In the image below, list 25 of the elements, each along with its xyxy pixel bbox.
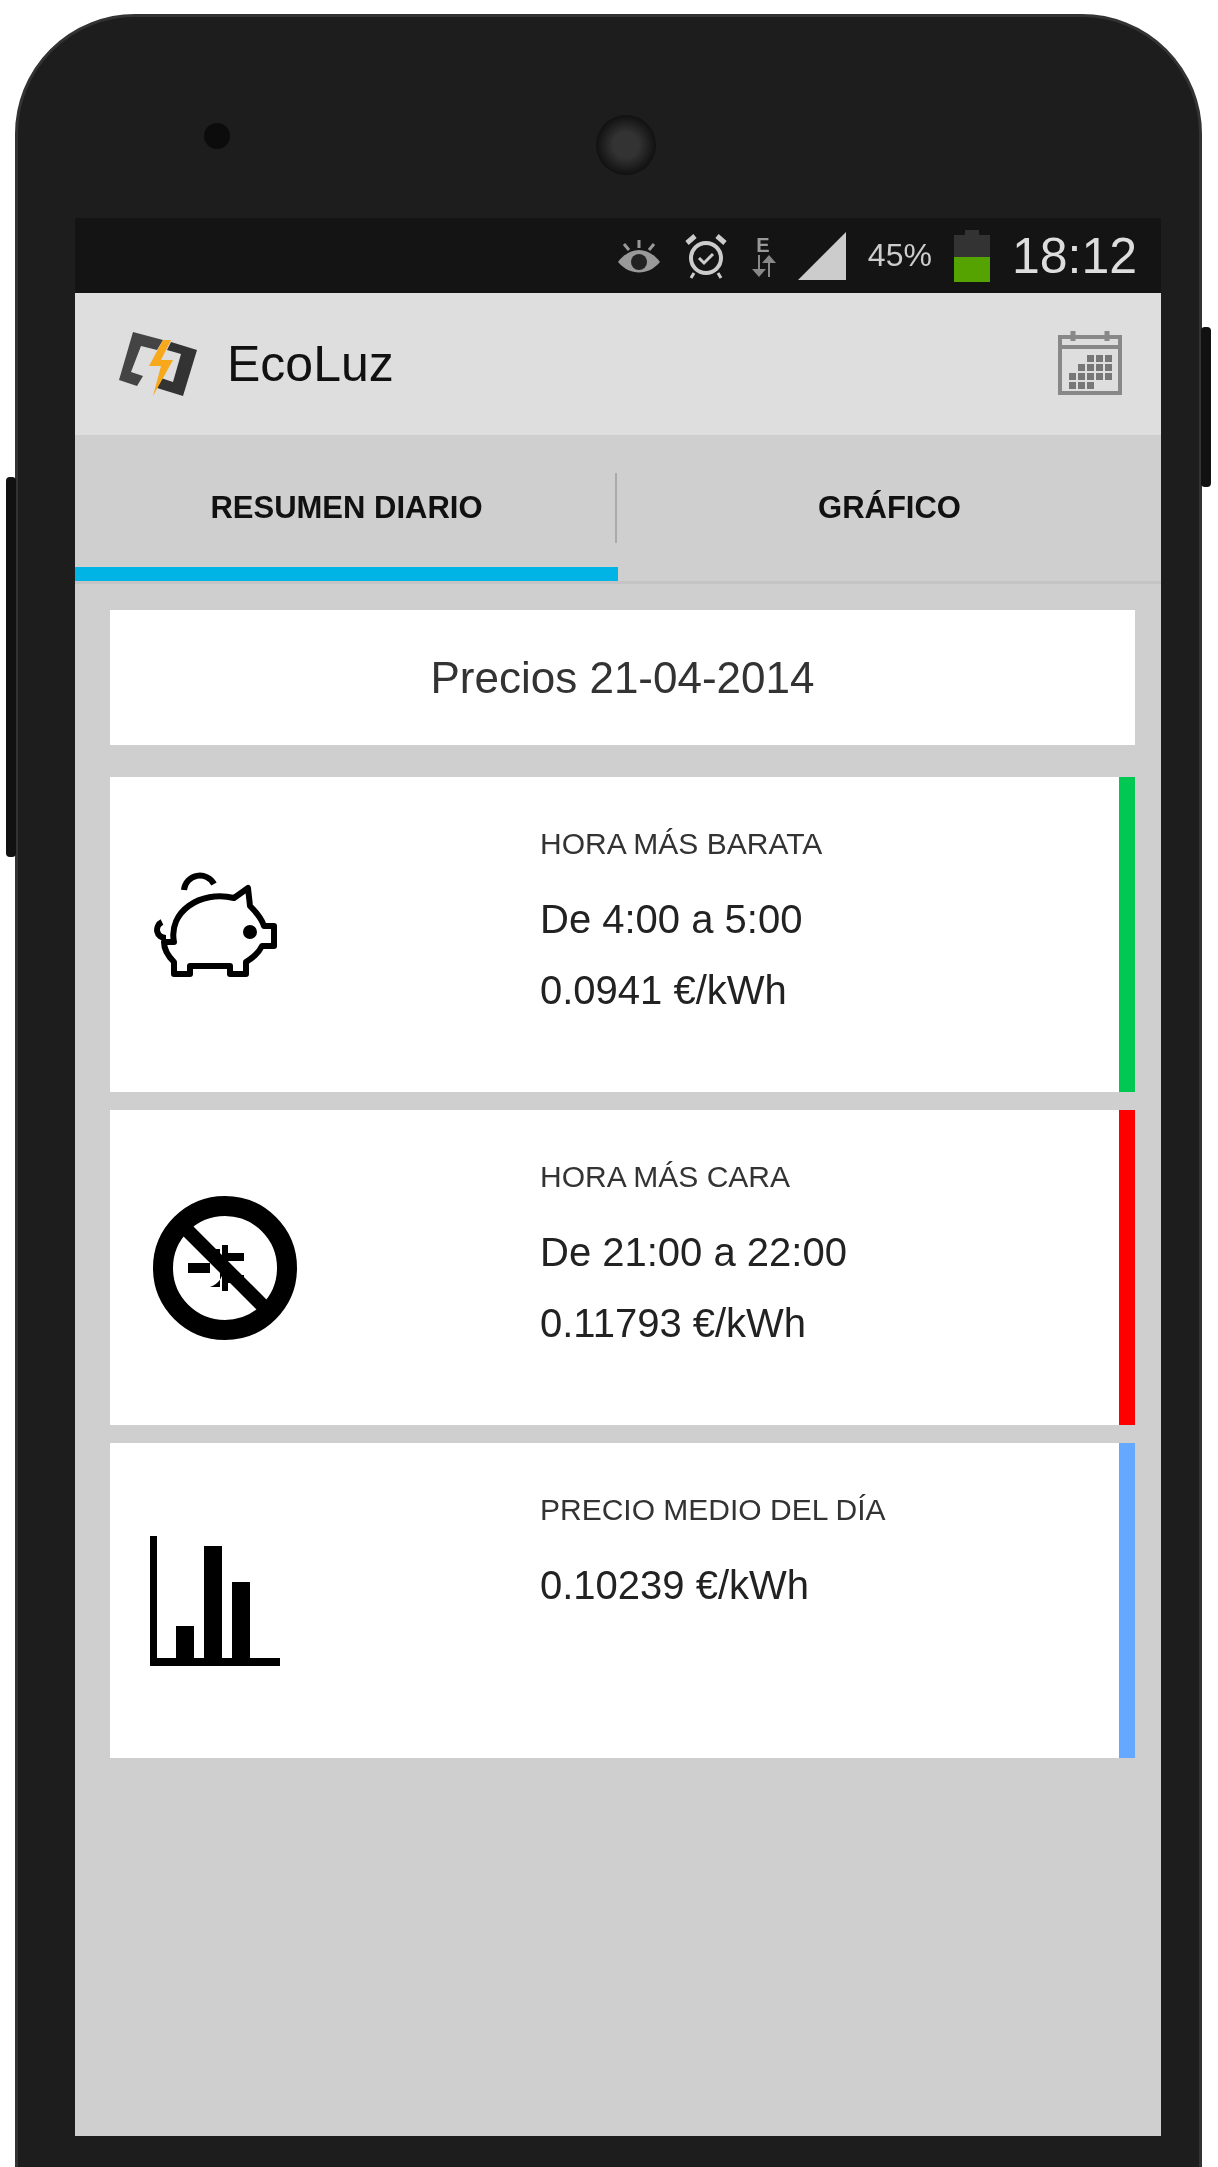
data-arrows-icon [749,254,776,277]
network-type: E [756,234,770,255]
side-button[interactable] [6,477,16,857]
battery-percent: 45% [867,237,932,274]
card-value: De 21:00 a 22:00 [540,1230,847,1275]
tab[interactable]: RESUMEN DIARIO [75,435,618,581]
battery-icon [953,229,990,282]
app-title: EcoLuz [227,335,395,393]
card-label: HORA MÁS CARA [540,1160,792,1194]
date-header: Precios 21-04-2014 [110,610,1135,745]
card-label: PRECIO MEDIO DEL DÍA [540,1493,886,1527]
alarm-clock-icon [683,232,728,279]
bar-chart-icon [150,1535,280,1666]
calendar-icon[interactable] [1057,331,1123,397]
side-button[interactable] [1201,327,1211,487]
card-value: 0.10239 €/kWh [540,1563,811,1608]
clock: 18:12 [1011,226,1137,285]
logo-icon [119,330,199,398]
eye-icon [615,237,662,274]
signal-icon [797,231,846,280]
card-value: 0.0941 €/kWh [540,968,788,1013]
card-value: 0.11793 €/kWh [540,1301,808,1346]
card-value: De 4:00 a 5:00 [540,897,804,942]
card-label: HORA MÁS BARATA [540,827,823,861]
tab[interactable]: GRÁFICO [618,435,1161,581]
